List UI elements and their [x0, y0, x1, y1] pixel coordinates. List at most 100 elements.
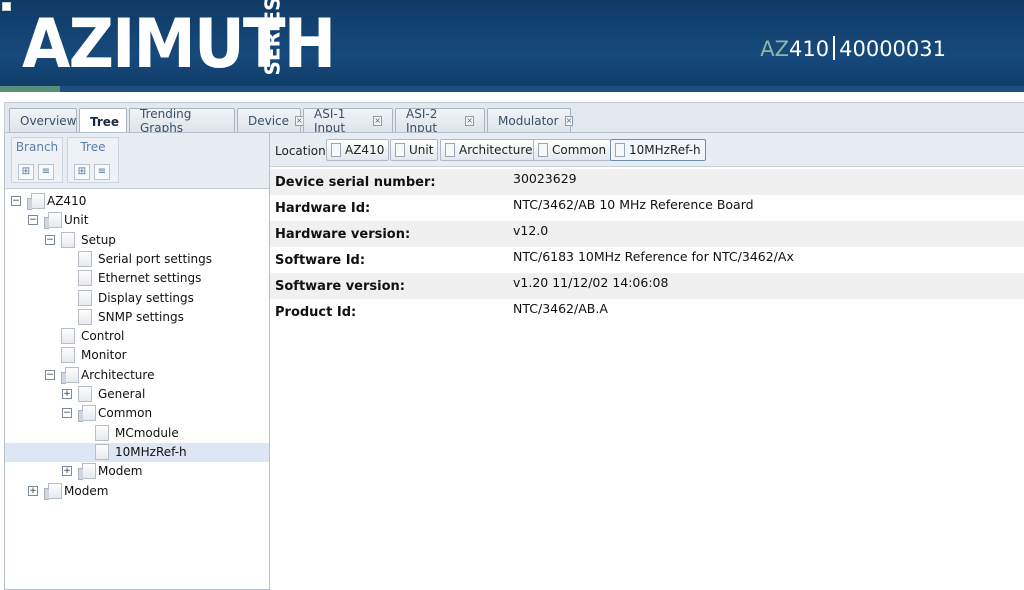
tree-node-label: SNMP settings	[98, 309, 184, 324]
device-serial: 40000031	[839, 37, 946, 61]
page-icon	[78, 270, 92, 287]
separator	[833, 36, 836, 60]
property-value: 30023629	[513, 171, 577, 186]
tree-node[interactable]: − Architecture	[5, 366, 269, 385]
tab-label: Trending Graphs	[140, 107, 192, 135]
property-value: NTC/3462/AB 10 MHz Reference Board	[513, 197, 754, 212]
tab-tree[interactable]: Tree	[79, 108, 127, 134]
tab-modulator[interactable]: Modulator ×	[487, 108, 574, 133]
tree-node[interactable]: + Modem	[5, 462, 269, 481]
tree-node[interactable]: − Setup	[5, 231, 269, 250]
tree-node-label: Modem	[64, 483, 109, 498]
tree-group: Tree ⊞ ≡	[67, 137, 119, 183]
page-icon	[78, 289, 92, 306]
property-row: Hardware Id: NTC/3462/AB 10 MHz Referenc…	[270, 195, 1024, 221]
tab-asi-2-input[interactable]: ASI-2 Input ×	[395, 107, 485, 135]
close-icon[interactable]: ×	[373, 116, 382, 126]
tab-label: Device	[248, 114, 290, 128]
tree-node-label: Ethernet settings	[98, 271, 202, 286]
collapse-icon[interactable]: −	[62, 408, 72, 419]
collapse-icon[interactable]: −	[45, 234, 55, 245]
tree-node[interactable]: + Modem	[5, 482, 269, 501]
tab-label: ASI-1 Input	[314, 107, 346, 135]
tab-asi-1-input[interactable]: ASI-1 Input ×	[303, 107, 393, 135]
breadcrumb-unit[interactable]: Unit	[390, 139, 439, 161]
collapse-icon[interactable]: −	[11, 196, 21, 206]
tree-node-label: 10MHzRef-h	[115, 444, 187, 459]
property-row: Product Id: NTC/3462/AB.A	[270, 299, 1024, 325]
page-icon	[615, 143, 625, 157]
tree-node[interactable]: Display settings	[5, 289, 269, 308]
collapse-tree-icon[interactable]: ≡	[94, 164, 110, 180]
breadcrumb-architecture[interactable]: Architecture	[440, 139, 538, 161]
tree-node[interactable]: Serial port settings	[5, 250, 269, 269]
details-panel: Location: AZ410 Unit Architecture Common…	[270, 132, 1024, 590]
collapse-icon[interactable]: −	[28, 215, 38, 226]
page-icon	[78, 250, 92, 267]
branch-label: Branch	[15, 140, 59, 154]
logo-series-text: SERIES	[260, 0, 285, 76]
tab-device[interactable]: Device ×	[237, 108, 304, 133]
tab-trending-graphs[interactable]: Trending Graphs	[129, 107, 235, 135]
tree-node[interactable]: Ethernet settings	[5, 269, 269, 288]
tree-node[interactable]: Monitor	[5, 346, 269, 365]
folder-icon	[44, 212, 62, 230]
close-icon[interactable]: ×	[465, 116, 474, 126]
collapse-icon[interactable]: −	[45, 369, 55, 380]
tree-node[interactable]: MCmodule	[5, 424, 269, 443]
app-header: AZIMUTH SERIES AZ410 40000031	[0, 0, 1024, 92]
breadcrumb-label: Unit	[409, 143, 434, 157]
breadcrumb-label: Common	[552, 143, 607, 157]
tree-node-label: General	[98, 387, 146, 401]
tree-node[interactable]: SNMP settings	[5, 308, 269, 327]
collapse-branch-icon[interactable]: ≡	[38, 164, 54, 180]
folder-icon	[27, 193, 45, 210]
tree-node-label: Monitor	[81, 348, 127, 363]
tree-toolbar: Branch ⊞ ≡ Tree ⊞ ≡	[5, 133, 269, 189]
tree-label: Tree	[80, 140, 106, 154]
folder-icon	[445, 143, 455, 157]
tree-node[interactable]: − AZ410	[5, 192, 269, 211]
tree-node-label: Common	[98, 406, 153, 421]
page-icon	[95, 424, 109, 441]
page-icon	[61, 231, 75, 248]
property-row: Software version: v1.20 11/12/02 14:06:0…	[270, 273, 1024, 299]
tree-node-label: Control	[81, 329, 125, 344]
model-number: 410	[789, 37, 830, 61]
tree-node[interactable]: − Unit	[5, 211, 269, 230]
breadcrumb-10mhzref-h[interactable]: 10MHzRef-h	[610, 139, 706, 161]
property-value: NTC/6183 10MHz Reference for NTC/3462/Ax	[513, 249, 794, 264]
property-row: Hardware version: v12.0	[270, 221, 1024, 247]
tree-node-label: Unit	[64, 213, 89, 228]
property-key: Device serial number:	[275, 175, 436, 190]
branch-group: Branch ⊞ ≡	[11, 137, 63, 183]
location-bar: Location: AZ410 Unit Architecture Common…	[270, 133, 1024, 167]
expand-icon[interactable]: +	[62, 389, 72, 399]
expand-tree-icon[interactable]: ⊞	[74, 164, 90, 180]
property-key: Hardware Id:	[275, 201, 371, 216]
tree-node[interactable]: − Common	[5, 404, 269, 423]
breadcrumb-common[interactable]: Common	[533, 139, 612, 161]
folder-icon	[44, 482, 62, 500]
expand-icon[interactable]: +	[28, 485, 38, 496]
expand-icon[interactable]: +	[62, 466, 72, 477]
tree-node[interactable]: Control	[5, 327, 269, 346]
expand-branch-icon[interactable]: ⊞	[18, 164, 34, 180]
model-prefix: AZ	[760, 37, 790, 61]
window-menu-icon[interactable]	[2, 2, 11, 11]
close-icon[interactable]: ×	[564, 116, 574, 126]
tree-panel: Branch ⊞ ≡ Tree ⊞ ≡ − AZ410− Unit − Setup Ser…	[4, 132, 270, 590]
tab-overview[interactable]: Overview	[9, 108, 77, 133]
property-value: NTC/3462/AB.A	[513, 301, 608, 316]
page-icon	[78, 386, 92, 402]
breadcrumb-az410[interactable]: AZ410	[326, 139, 390, 161]
tree-node-label: Modem	[98, 464, 143, 479]
tree-node-label: MCmodule	[115, 425, 179, 440]
breadcrumb-label: Architecture	[459, 143, 533, 157]
tree-node[interactable]: 10MHzRef-h	[5, 442, 269, 462]
page-icon	[61, 328, 75, 345]
breadcrumb-label: AZ410	[345, 143, 385, 157]
tree-node-label: Display settings	[98, 290, 194, 305]
tree-node[interactable]: + General	[5, 385, 269, 404]
tab-label: Modulator	[498, 114, 559, 128]
